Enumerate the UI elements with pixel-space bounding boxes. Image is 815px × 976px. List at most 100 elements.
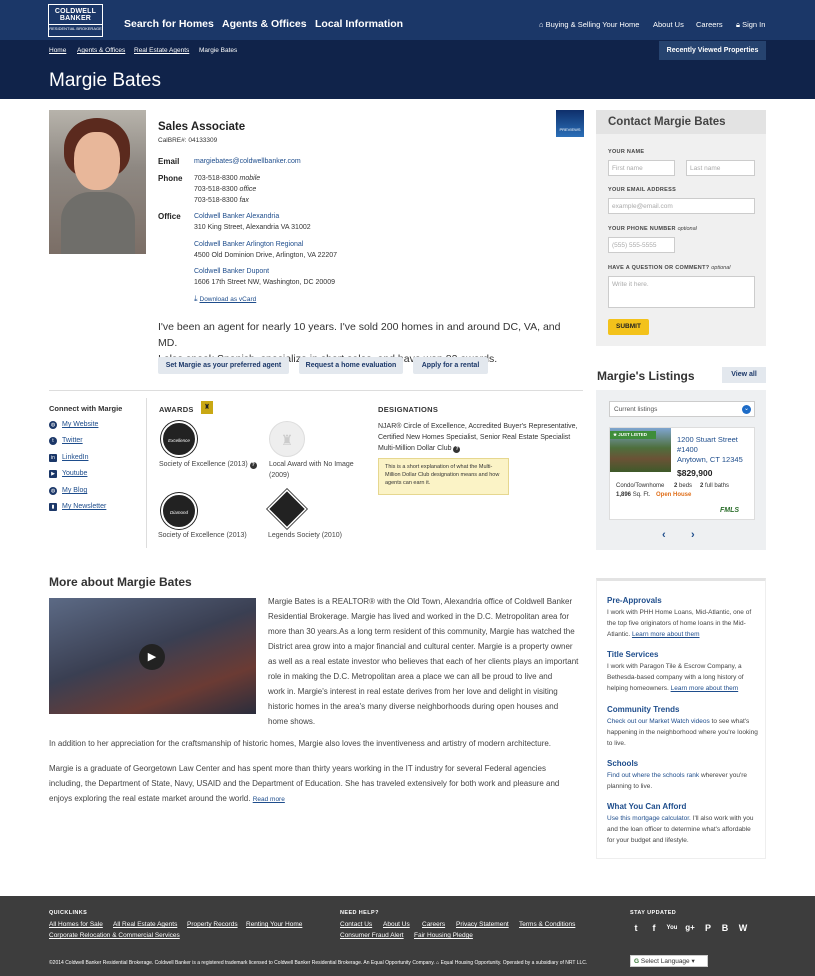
listings-select[interactable]: Current listings ⌄ bbox=[609, 401, 755, 417]
mortgage-calculator-link[interactable]: Use this mortgage calculator. bbox=[607, 815, 691, 822]
about-paragraph-3: Margie is a graduate of Georgetown Law C… bbox=[49, 764, 560, 803]
youtube-icon[interactable]: You bbox=[666, 922, 678, 934]
chevron-right-icon[interactable]: › bbox=[691, 529, 695, 541]
nav-search-for-homes[interactable]: Search for Homes bbox=[124, 18, 214, 30]
listing-city[interactable]: Anytown, CT 12345 bbox=[677, 455, 743, 464]
footer-link[interactable]: Privacy Statement bbox=[456, 921, 509, 928]
set-preferred-agent-button[interactable]: Set Margie as your preferred agent bbox=[158, 357, 289, 374]
first-name-input[interactable]: First name bbox=[608, 160, 675, 176]
award-name: Legends Society (2010) bbox=[268, 532, 342, 539]
page-title: Margie Bates bbox=[49, 70, 161, 91]
connect-linkedin[interactable]: LinkedIn bbox=[62, 454, 88, 461]
award-name: Society of Excellence (2013) ? bbox=[159, 461, 257, 469]
footer-link[interactable]: Property Records bbox=[187, 921, 238, 928]
market-watch-link[interactable]: Check out our Market Watch videos bbox=[607, 718, 710, 725]
agent-role: Sales Associate bbox=[158, 121, 246, 133]
footer-link[interactable]: Fair Housing Pledge bbox=[414, 932, 473, 939]
question-icon[interactable]: ? bbox=[453, 446, 461, 453]
util-sign-in[interactable]: 🔒︎ Sign In bbox=[736, 20, 765, 30]
play-icon[interactable]: ▶ bbox=[139, 644, 165, 670]
coldwell-banker-logo[interactable]: COLDWELL BANKER RESIDENTIAL BROKERAGE bbox=[48, 4, 103, 37]
name-label: YOUR NAME bbox=[608, 149, 645, 155]
designation-line: Multi-Million Dollar Club ? bbox=[378, 445, 461, 453]
submit-button[interactable]: SUBMIT bbox=[608, 319, 649, 335]
footer-link[interactable]: Terms & Conditions bbox=[519, 921, 575, 928]
award-name: Local Award with No Image bbox=[269, 461, 354, 468]
fmls-logo: FMLS bbox=[720, 507, 740, 514]
phone-input[interactable]: (555) 555-5555 bbox=[608, 237, 675, 253]
chevron-left-icon[interactable]: ‹ bbox=[662, 529, 666, 541]
util-about-us[interactable]: About Us bbox=[653, 20, 684, 29]
nav-local-information[interactable]: Local Information bbox=[315, 18, 403, 30]
language-select[interactable]: G Select Language ▾ bbox=[630, 955, 708, 967]
phone-fax: 703-518-8300 fax bbox=[194, 197, 249, 204]
connect-blog[interactable]: My Blog bbox=[62, 487, 87, 494]
footer-link[interactable]: Contact Us bbox=[340, 921, 372, 928]
office-address: 1606 17th Street NW, Washington, DC 2000… bbox=[194, 279, 335, 286]
office-address: 4500 Old Dominion Drive, Arlington, VA 2… bbox=[194, 252, 338, 259]
awards-title: AWARDS bbox=[159, 405, 194, 414]
office-label: Office bbox=[158, 212, 181, 221]
blogger-icon[interactable]: B bbox=[719, 922, 731, 934]
request-evaluation-button[interactable]: Request a home evaluation bbox=[299, 357, 403, 374]
pinterest-icon[interactable]: P bbox=[702, 922, 714, 934]
footer-link[interactable]: All Real Estate Agents bbox=[113, 921, 177, 928]
breadcrumb-agents-offices[interactable]: Agents & Offices bbox=[77, 47, 125, 54]
info-text: I work with PHH Home Loans, Mid-Atlantic… bbox=[607, 609, 752, 638]
email-label: YOUR EMAIL ADDRESS bbox=[608, 187, 677, 193]
society-excellence-seal: Excellence bbox=[161, 421, 197, 457]
diamond-society-seal: Diamond bbox=[161, 493, 197, 529]
breadcrumb-current: Margie Bates bbox=[199, 47, 238, 54]
google-icon: G bbox=[634, 958, 640, 965]
office-link-alexandria[interactable]: Coldwell Banker Alexandria bbox=[194, 213, 279, 220]
recently-viewed-button[interactable]: Recently Viewed Properties bbox=[659, 41, 766, 60]
copyright-text: ©2014 Coldwell Banker Residential Broker… bbox=[49, 960, 588, 966]
wordpress-icon[interactable]: W bbox=[737, 922, 749, 934]
util-buying-selling[interactable]: ⌂ Buying & Selling Your Home bbox=[539, 20, 639, 29]
listing-address-line1[interactable]: 1200 Stuart Street bbox=[677, 435, 738, 444]
connect-twitter[interactable]: Twitter bbox=[62, 437, 83, 444]
listing-sqft: 1,896 Sq. Ft. bbox=[616, 492, 651, 498]
nav-agents-offices[interactable]: Agents & Offices bbox=[222, 18, 307, 30]
listing-address-line2[interactable]: #1400 bbox=[677, 445, 698, 454]
apply-rental-button[interactable]: Apply for a rental bbox=[413, 357, 488, 374]
last-name-input[interactable]: Last name bbox=[686, 160, 755, 176]
connect-website[interactable]: My Website bbox=[62, 421, 98, 428]
help-title: NEED HELP? bbox=[340, 910, 379, 916]
twitter-icon[interactable]: t bbox=[630, 922, 642, 934]
footer-link[interactable]: All Homes for Sale bbox=[49, 921, 103, 928]
footer-link[interactable]: Renting Your Home bbox=[246, 921, 302, 928]
facebook-icon[interactable]: f bbox=[648, 922, 660, 934]
breadcrumb-real-estate-agents[interactable]: Real Estate Agents bbox=[134, 47, 189, 54]
util-careers[interactable]: Careers bbox=[696, 20, 723, 29]
email-input[interactable]: example@email.com bbox=[608, 198, 755, 214]
stay-updated-title: STAY UPDATED bbox=[630, 910, 677, 916]
connect-newsletter[interactable]: My Newsletter bbox=[62, 503, 106, 510]
schools-link[interactable]: Find out where the schools rank bbox=[607, 772, 699, 779]
trophy-placeholder-icon: ♜ bbox=[269, 421, 305, 457]
footer-link[interactable]: About Us bbox=[383, 921, 410, 928]
read-more-link[interactable]: Read more bbox=[253, 796, 285, 803]
office-link-dupont[interactable]: Coldwell Banker Dupont bbox=[194, 268, 269, 275]
legends-society-seal bbox=[267, 489, 307, 529]
office-link-arlington[interactable]: Coldwell Banker Arlington Regional bbox=[194, 241, 303, 248]
vcard-download[interactable]: ⤓ Download as vCard bbox=[194, 294, 256, 304]
footer-link[interactable]: Careers bbox=[422, 921, 445, 928]
logo-text: COLDWELL BANKER bbox=[54, 8, 97, 22]
learn-more-link[interactable]: Learn more about them bbox=[671, 685, 739, 692]
award-name: Society of Excellence (2013) bbox=[158, 532, 247, 539]
question-icon[interactable]: ? bbox=[249, 462, 257, 469]
learn-more-link[interactable]: Learn more about them bbox=[632, 631, 700, 638]
office-address: 310 King Street, Alexandria VA 31002 bbox=[194, 224, 311, 231]
footer-link[interactable]: Consumer Fraud Alert bbox=[340, 932, 404, 939]
blog-icon: ◍ bbox=[49, 487, 57, 495]
view-all-listings-button[interactable]: View all bbox=[722, 367, 766, 383]
phone-mobile: 703-518-8300 mobile bbox=[194, 175, 261, 182]
connect-youtube[interactable]: Youtube bbox=[62, 470, 87, 477]
footer-link[interactable]: Corporate Relocation & Commercial Servic… bbox=[49, 932, 180, 939]
breadcrumb-home[interactable]: Home bbox=[49, 47, 66, 54]
google-plus-icon[interactable]: g+ bbox=[684, 922, 696, 934]
question-label: HAVE A QUESTION OR COMMENT? optional bbox=[608, 265, 731, 271]
question-textarea[interactable]: Write it here. bbox=[608, 276, 755, 308]
agent-email-link[interactable]: margiebates@coldwellbanker.com bbox=[194, 158, 301, 165]
